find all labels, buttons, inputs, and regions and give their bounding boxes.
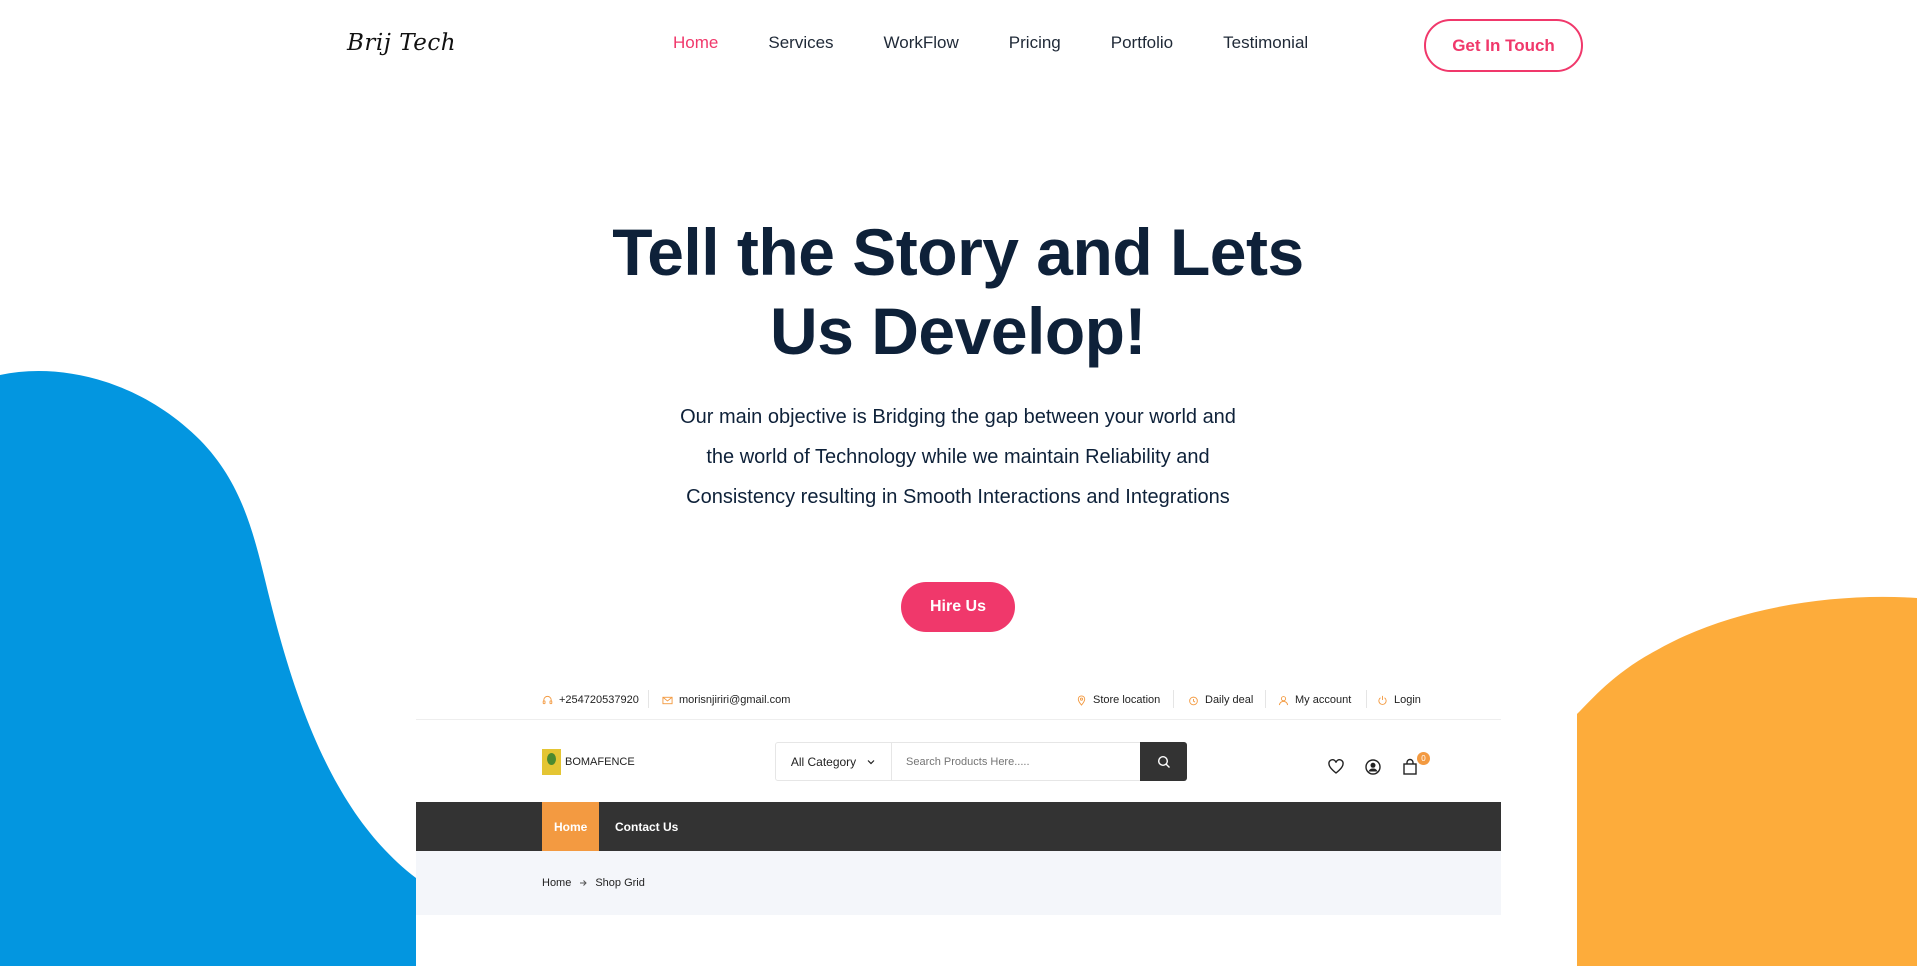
topbar-email-text: morisnjiriri@gmail.com [679,694,791,706]
shop-topbar: +254720537920 morisnjiriri@gmail.com Sto… [416,670,1501,720]
shop-logo-mark [542,749,561,775]
user-icon [1278,695,1289,705]
breadcrumb-home[interactable]: Home [542,877,571,889]
account-icon[interactable] [1364,758,1382,776]
topbar-store-location[interactable]: Store location [1076,694,1160,706]
product-search-input[interactable] [892,743,1140,780]
chevron-down-icon [867,759,875,764]
shop-menu-bar: Home Contact Us [416,802,1501,851]
category-select[interactable]: All Category [776,743,892,780]
hire-us-button[interactable]: Hire Us [901,582,1015,632]
topbar-store-location-text: Store location [1093,694,1161,706]
power-icon [1378,695,1387,705]
topbar-login[interactable]: Login [1377,694,1421,706]
topbar-phone[interactable]: +254720537920 [542,694,639,706]
hero-title-line-2: Us Develop! [770,294,1146,368]
orange-wave-decoration [1577,596,1917,966]
hero-title-line-1: Tell the Story and Lets [612,215,1304,289]
topbar-divider [1366,690,1367,708]
nav-item-home[interactable]: Home [673,33,718,53]
arrow-right-icon [580,880,588,886]
breadcrumb-current: Shop Grid [595,877,645,889]
topbar-daily-deal[interactable]: Daily deal [1188,694,1253,706]
get-in-touch-button[interactable]: Get In Touch [1424,19,1583,72]
topbar-divider [648,690,649,708]
topbar-phone-text: +254720537920 [559,694,639,706]
site-logo[interactable]: Brij Tech [347,30,456,56]
nav-item-services[interactable]: Services [768,33,833,53]
nav-item-testimonial[interactable]: Testimonial [1223,33,1308,53]
breadcrumb-bar: Home Shop Grid [416,851,1501,915]
cart-count-badge: 0 [1417,752,1430,765]
main-nav: Home Services WorkFlow Pricing Portfolio… [673,33,1358,53]
shop-preview-screenshot: +254720537920 morisnjiriri@gmail.com Sto… [416,670,1501,966]
product-search-bar: All Category [775,742,1187,781]
clock-icon [1189,696,1198,705]
hero-title: Tell the Story and Lets Us Develop! [558,213,1358,371]
shop-menu-home[interactable]: Home [542,802,600,851]
topbar-my-account-text: My account [1295,694,1352,706]
topbar-email[interactable]: morisnjiriri@gmail.com [662,694,790,706]
topbar-divider [1173,690,1174,708]
map-pin-icon [1077,695,1086,706]
nav-item-workflow[interactable]: WorkFlow [884,33,959,53]
topbar-divider [1265,690,1266,708]
mail-icon [662,696,673,704]
search-button[interactable] [1140,742,1187,781]
nav-item-portfolio[interactable]: Portfolio [1111,33,1173,53]
headset-icon [542,695,553,704]
shop-header: BOMAFENCE All Category Search Products H… [416,720,1501,802]
shop-logo-text: BOMAFENCE [565,756,635,768]
shop-logo[interactable]: BOMAFENCE [542,749,635,775]
site-navbar: Brij Tech Home Services WorkFlow Pricing… [0,0,1917,90]
topbar-login-text: Login [1394,694,1421,706]
breadcrumb: Home Shop Grid [542,877,645,889]
topbar-my-account[interactable]: My account [1278,694,1351,706]
hero-subtitle: Our main objective is Bridging the gap b… [680,406,1236,508]
heart-icon[interactable] [1327,758,1345,776]
nav-item-pricing[interactable]: Pricing [1009,33,1061,53]
blue-wave-decoration [0,371,416,966]
shop-menu-contact[interactable]: Contact Us [615,802,678,851]
search-icon [1157,755,1170,768]
shopping-bag-icon[interactable] [1401,758,1419,776]
topbar-daily-deal-text: Daily deal [1205,694,1254,706]
category-select-label: All Category [790,754,857,769]
